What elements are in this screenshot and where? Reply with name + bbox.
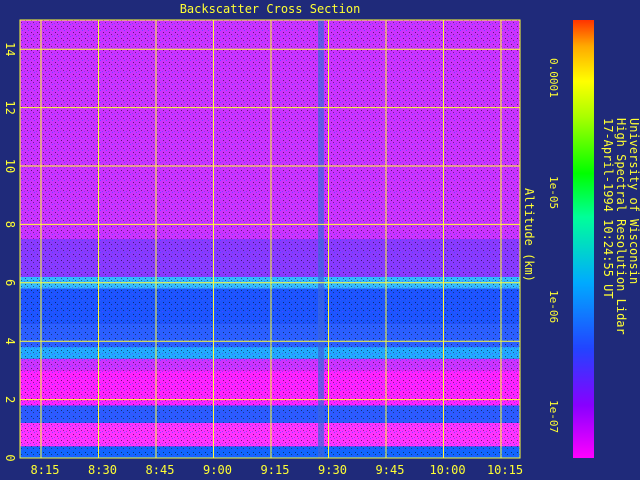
x-tick-label: 10:15 bbox=[487, 463, 523, 477]
y-axis-label: Altitude (km) bbox=[522, 188, 536, 282]
x-tick-label: 8:15 bbox=[31, 463, 60, 477]
x-tick-label: 9:00 bbox=[203, 463, 232, 477]
colorbar-tick-4: 1e-07 bbox=[547, 400, 560, 434]
y-tick-label: 14 bbox=[3, 42, 17, 56]
x-tick-label: 8:45 bbox=[146, 463, 175, 477]
x-tick-label: 9:45 bbox=[376, 463, 405, 477]
chart-title: Backscatter Cross Section bbox=[179, 2, 361, 16]
colorbar-tick-2: 1e-05 bbox=[547, 176, 560, 210]
y-tick-label: 0 bbox=[3, 454, 17, 461]
heatmap-texture bbox=[20, 20, 520, 458]
y-tick-label: 8 bbox=[3, 221, 17, 228]
backscatter-chart: 8:15 8:30 8:45 9:00 9:15 9:30 9:45 10:00 10:15 0 2… bbox=[3, 19, 594, 477]
data-gap-stripe bbox=[318, 20, 324, 458]
x-tick-label: 9:15 bbox=[261, 463, 290, 477]
x-tick-label: 8:30 bbox=[88, 463, 117, 477]
colorbar bbox=[573, 20, 594, 458]
side-text-line1: University of Wisconsin bbox=[627, 118, 640, 285]
y-tick-label: 12 bbox=[3, 100, 17, 114]
colorbar-tick-3: 1e-06 bbox=[547, 290, 560, 324]
x-tick-label: 10:00 bbox=[429, 463, 465, 477]
colorbar-tick-1: 0.0001 bbox=[547, 58, 560, 98]
plot-area bbox=[20, 20, 520, 458]
y-tick-label: 4 bbox=[3, 338, 17, 345]
side-text-line3: 17-April-1994 10:24:55 UT bbox=[601, 118, 615, 299]
y-tick-label: 2 bbox=[3, 396, 17, 403]
y-tick-label: 10 bbox=[3, 159, 17, 173]
x-tick-label: 9:30 bbox=[318, 463, 347, 477]
side-text-line2: High Spectral Resolution Lidar bbox=[614, 118, 628, 335]
y-tick-label: 6 bbox=[3, 279, 17, 286]
